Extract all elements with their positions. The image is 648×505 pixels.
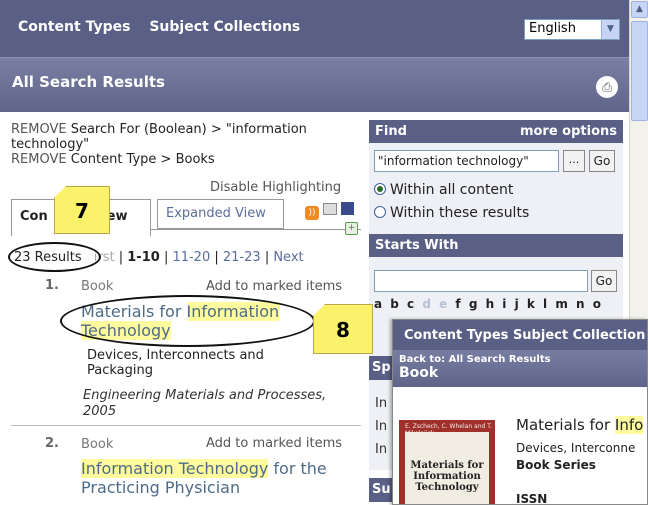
language-value: English [529, 21, 576, 36]
back-label: Back to: [399, 354, 446, 365]
section-header-su: Su [369, 478, 394, 502]
page-title: All Search Results [12, 73, 165, 91]
filter-content-type: REMOVE Content Type > Books [11, 152, 361, 167]
scrollbar-thumb[interactable] [631, 21, 648, 121]
starts-with-go-button[interactable]: Go [591, 270, 617, 292]
result-number: 2. [45, 436, 59, 451]
facet-item[interactable]: In [375, 419, 387, 434]
inset-book-title: Materials for Info [516, 416, 644, 434]
callout-7: 7 [54, 186, 110, 234]
inset-issn: ISSN [516, 492, 548, 505]
top-nav: Content Types Subject Collections [18, 19, 314, 35]
active-filters: REMOVE Search For (Boolean) > "informati… [11, 122, 361, 167]
radio-within-results[interactable]: Within these results [374, 205, 529, 221]
facet-item[interactable]: In [375, 396, 387, 411]
title-text: Materials for [516, 416, 615, 434]
pager-next[interactable]: Next [273, 250, 303, 265]
inset-book-page: Content Types Subject Collection Back to… [392, 319, 648, 505]
radio-selected-icon[interactable] [374, 183, 386, 195]
remove-filter-link[interactable]: REMOVE [11, 122, 67, 137]
add-to-marked-link[interactable]: Add to marked items [206, 279, 342, 294]
callout-8: 8 [313, 304, 373, 354]
result-number: 1. [45, 278, 59, 293]
find-title: Find [375, 124, 407, 139]
find-header: Find more options [369, 120, 623, 143]
inset-back-link[interactable]: Back to: All Search Results [399, 354, 641, 365]
inset-nav: Content Types Subject Collection [393, 320, 647, 350]
language-select[interactable]: English ▼ [524, 19, 620, 40]
radio-within-all[interactable]: Within all content [374, 182, 513, 198]
annotation-ellipse-results [8, 242, 101, 272]
top-nav-bar: Content Types Subject Collections Englis… [0, 0, 629, 57]
radio-label: Within all content [390, 182, 514, 198]
result-type: Book [81, 279, 114, 294]
divider [11, 425, 361, 426]
cover-title: Materials for Information Technology [405, 432, 489, 504]
title-highlight: Info [614, 416, 644, 434]
rss-icon[interactable]: )) [305, 206, 319, 220]
result-type: Book [81, 437, 114, 452]
filter-search: REMOVE Search For (Boolean) > "informati… [11, 122, 361, 152]
printer-icon[interactable]: ⎙ [596, 76, 618, 98]
remove-filter-link[interactable]: REMOVE [11, 152, 67, 167]
result-title-link[interactable]: Information Technology for the Practicin… [81, 459, 351, 497]
filter-text: Content Type > Books [70, 152, 215, 167]
inset-title-bar: Back to: All Search Results Book [393, 350, 647, 387]
inset-crumb: Book [399, 365, 439, 381]
chevron-down-icon[interactable]: ▼ [601, 20, 619, 39]
search-go-button[interactable]: Go [589, 150, 615, 172]
letters-active[interactable]: a b c [374, 297, 416, 311]
tab-divider [151, 229, 361, 230]
tab-expanded-view[interactable]: Expanded View [157, 199, 284, 229]
radio-icon[interactable] [374, 206, 386, 218]
pager-current: 1-10 [127, 250, 160, 265]
inset-subtitle: Devices, Interconne [516, 441, 636, 455]
add-to-marked-link[interactable]: Add to marked items [206, 436, 342, 451]
starts-with-input[interactable] [374, 270, 588, 292]
search-options-button[interactable]: ... [563, 150, 585, 172]
page-title-bar: All Search Results ⎙ [0, 57, 629, 112]
facet-item[interactable]: In [375, 442, 387, 457]
letters-dim: d e [416, 297, 456, 311]
nav-content-types[interactable]: Content Types [18, 19, 130, 35]
result-subtitle: Devices, Interconnects and Packaging [87, 348, 264, 378]
section-header-sp: Sp [369, 356, 394, 380]
search-input[interactable]: "information technology" [374, 150, 559, 172]
book-cover-image: E. Zschech, C. Whelan and T. Mikolajick … [399, 420, 495, 504]
back-target[interactable]: All Search Results [449, 354, 551, 365]
nav-subject-collections[interactable]: Subject Collections [149, 19, 300, 35]
pager-page-2[interactable]: 11-20 [172, 250, 210, 265]
email-icon[interactable] [322, 203, 337, 215]
disable-highlighting-link[interactable]: Disable Highlighting [210, 180, 341, 195]
radio-label: Within these results [390, 205, 530, 221]
annotation-ellipse-title [60, 295, 315, 347]
inset-series: Book Series [516, 458, 596, 472]
title-highlight: Information Technology [81, 459, 269, 478]
more-options-link[interactable]: more options [520, 124, 617, 139]
result-tools: )) [305, 202, 354, 220]
tab-condensed-label-start: Con [20, 209, 48, 224]
scroll-up-icon[interactable]: ▲ [631, 1, 648, 18]
pager-page-3[interactable]: 21-23 [223, 250, 261, 265]
letters-rest[interactable]: f g h i j k l m n o [455, 297, 603, 311]
alphabet-filter[interactable]: a b c d e f g h i j k l m n o [374, 297, 603, 311]
starts-with-header: Starts With [369, 234, 623, 257]
alert-icon[interactable]: + [345, 222, 358, 235]
save-icon[interactable] [340, 202, 354, 215]
result-series: Engineering Materials and Processes, 200… [83, 388, 327, 419]
